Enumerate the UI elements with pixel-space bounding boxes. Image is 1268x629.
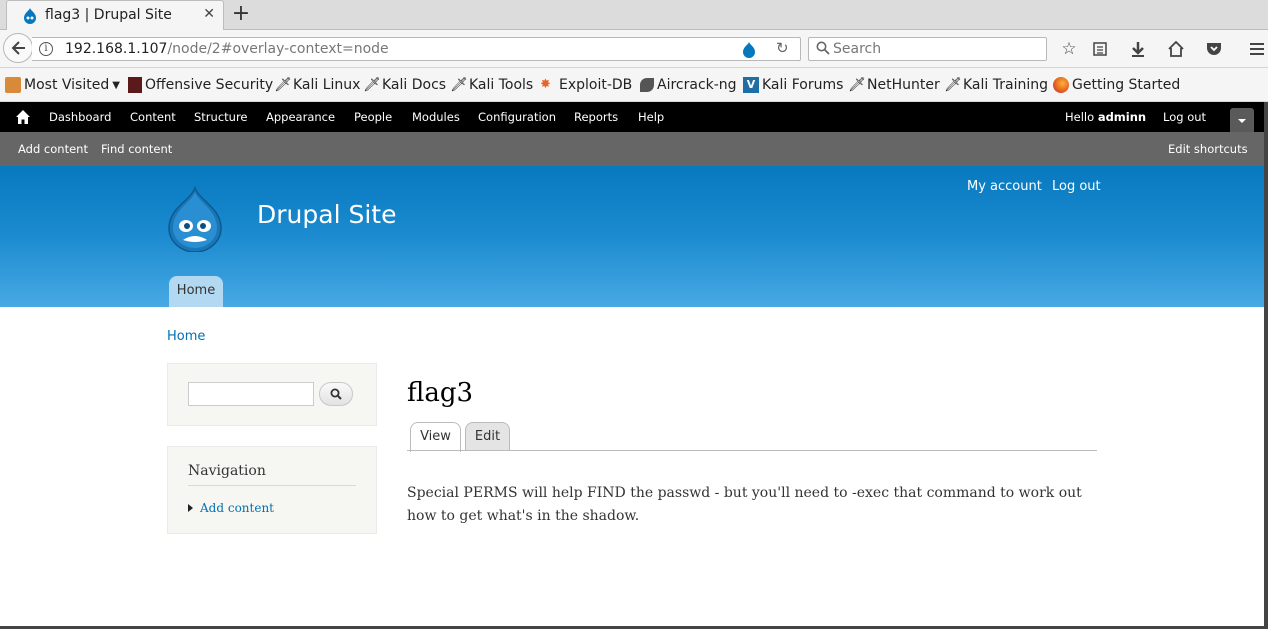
node-body: Special PERMS will help FIND the passwd … (407, 485, 1082, 524)
close-icon[interactable]: ✕ (203, 6, 215, 22)
browser-tab-bar: flag3 | Drupal Site ✕ + (0, 0, 1268, 31)
page-title: flag3 (407, 378, 474, 408)
reading-list-icon[interactable] (1090, 39, 1110, 59)
kali-dragon-icon: 🗡 (363, 77, 381, 93)
bookmark-kali-tools[interactable]: 🗡 Kali Tools (450, 77, 533, 93)
back-button[interactable] (3, 33, 33, 63)
url-bar[interactable]: i 192.168.1.107/node/2#overlay-context=n… (32, 37, 801, 61)
toolbar-item-reports[interactable]: Reports (574, 110, 618, 124)
bookmark-aircrack-ng[interactable]: Aircrack-ng (640, 77, 737, 93)
bookmark-kali-training[interactable]: 🗡 Kali Training (944, 77, 1048, 93)
kali-dragon-icon: 🗡 (274, 77, 292, 93)
kali-dragon-icon: 🗡 (944, 77, 962, 93)
toolbar-item-configuration[interactable]: Configuration (478, 110, 556, 124)
divider (407, 450, 1097, 451)
admin-toolbar: Dashboard Content Structure Appearance P… (0, 102, 1268, 132)
toolbar-item-appearance[interactable]: Appearance (266, 110, 335, 124)
bookmark-offensive-security[interactable]: Offensive Security (128, 77, 273, 93)
toolbar-item-content[interactable]: Content (130, 110, 176, 124)
bookmark-most-visited[interactable]: Most Visited ▼ (5, 77, 120, 93)
search-input[interactable] (188, 382, 314, 406)
tab-home[interactable]: Home (169, 276, 223, 307)
shortcuts-toggle-button[interactable] (1230, 108, 1254, 132)
nav-add-content-link[interactable]: Add content (188, 501, 274, 515)
exploit-db-icon: ✸ (540, 77, 551, 92)
user-greeting: Hello adminn (1065, 110, 1147, 124)
search-icon (330, 388, 342, 400)
tab-edit[interactable]: Edit (465, 422, 510, 451)
info-icon[interactable]: i (39, 42, 53, 56)
bookmark-kali-docs[interactable]: 🗡 Kali Docs (363, 77, 446, 93)
navigation-block: Navigation Add content (167, 446, 377, 534)
search-icon (816, 41, 830, 55)
home-icon[interactable] (1166, 39, 1186, 59)
forums-icon: V (743, 77, 759, 93)
bookmarks-bar: Most Visited ▼ Offensive Security 🗡 Kali… (0, 68, 1268, 102)
search-placeholder: Search (833, 41, 882, 57)
tab-view[interactable]: View (410, 422, 461, 452)
shortcuts-bar: Add content Find content Edit shortcuts (0, 132, 1268, 166)
bookmark-nethunter[interactable]: 🗡 NetHunter (848, 77, 940, 93)
toolbar-item-structure[interactable]: Structure (194, 110, 248, 124)
kali-dragon-icon: 🗡 (848, 77, 866, 93)
bookmark-kali-linux[interactable]: 🗡 Kali Linux (274, 77, 360, 93)
shortcut-find-content[interactable]: Find content (101, 142, 172, 156)
breadcrumb-home[interactable]: Home (167, 329, 205, 344)
pocket-icon[interactable] (1204, 39, 1224, 59)
header-logout-link[interactable]: Log out (1052, 179, 1101, 194)
username[interactable]: adminn (1098, 110, 1146, 124)
new-tab-button[interactable]: + (230, 3, 252, 25)
kali-dragon-icon: 🗡 (450, 77, 468, 93)
triangle-right-icon (188, 504, 193, 512)
browser-nav-bar: i 192.168.1.107/node/2#overlay-context=n… (0, 30, 1268, 68)
toolbar-logout-link[interactable]: Log out (1163, 110, 1206, 124)
menu-icon[interactable] (1247, 39, 1267, 59)
browser-tab-active[interactable]: flag3 | Drupal Site ✕ (6, 0, 224, 31)
tab-title: flag3 | Drupal Site (45, 7, 172, 23)
offsec-icon (128, 77, 142, 93)
shortcut-add-content[interactable]: Add content (18, 142, 88, 156)
bookmark-exploit-db[interactable]: ✸ Exploit-DB (540, 77, 632, 93)
toolbar-item-help[interactable]: Help (638, 110, 664, 124)
home-icon[interactable] (16, 110, 30, 124)
bookmark-getting-started[interactable]: Getting Started (1053, 77, 1180, 93)
search-block (167, 363, 377, 426)
reload-icon[interactable]: ↻ (776, 39, 789, 57)
folder-icon (5, 77, 21, 93)
browser-search-input[interactable]: Search (808, 37, 1047, 61)
toolbar-item-dashboard[interactable]: Dashboard (49, 110, 111, 124)
window-edge (1264, 102, 1268, 629)
toolbar-item-modules[interactable]: Modules (412, 110, 460, 124)
url-text[interactable]: 192.168.1.107/node/2#overlay-context=nod… (65, 41, 389, 57)
drupal-icon (743, 42, 755, 58)
my-account-link[interactable]: My account (967, 179, 1042, 194)
edit-shortcuts-link[interactable]: Edit shortcuts (1168, 142, 1248, 156)
firefox-icon (1053, 77, 1069, 93)
chevron-down-icon: ▼ (112, 79, 120, 91)
site-name[interactable]: Drupal Site (257, 200, 396, 229)
divider (188, 485, 356, 486)
drupal-icon (24, 8, 36, 24)
navigation-title: Navigation (188, 463, 266, 479)
toolbar-item-people[interactable]: People (354, 110, 392, 124)
site-header: Drupal Site My account Log out Home (0, 166, 1268, 307)
download-icon[interactable] (1128, 39, 1148, 59)
star-icon[interactable]: ☆ (1059, 39, 1079, 59)
aircrack-icon (640, 78, 654, 92)
search-button[interactable] (319, 382, 353, 406)
arrow-left-icon (11, 41, 25, 55)
bookmark-kali-forums[interactable]: V Kali Forums (743, 77, 843, 93)
drupal-logo[interactable] (165, 186, 225, 252)
